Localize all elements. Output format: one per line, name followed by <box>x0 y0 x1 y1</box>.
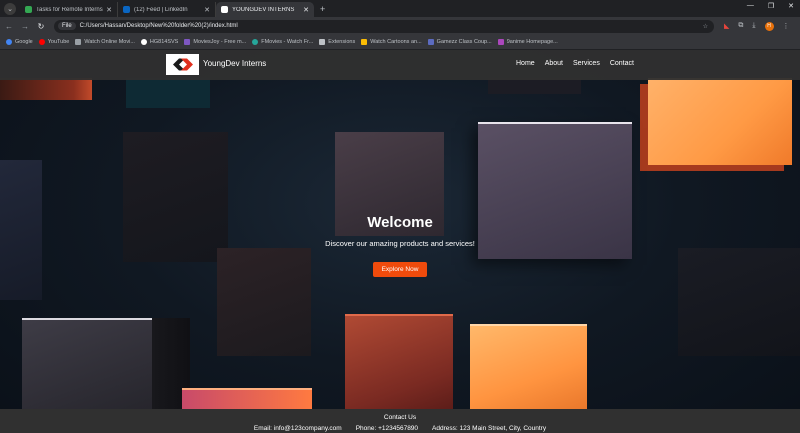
bookmark-item[interactable]: Google <box>6 39 33 45</box>
bookmark-item[interactable]: FMovies - Watch Fr... <box>252 39 313 45</box>
site-navbar: YoungDev Interns Home About Services Con… <box>0 50 800 80</box>
extension-icon[interactable]: ◣ <box>724 22 729 30</box>
hero-title: Welcome <box>367 214 433 231</box>
close-icon[interactable]: ✕ <box>106 6 112 14</box>
nav-link-services[interactable]: Services <box>573 60 600 67</box>
background-cube <box>345 314 453 412</box>
profile-avatar-icon[interactable]: H <box>764 21 774 31</box>
background-cube <box>126 78 210 108</box>
bookmark-favicon-icon <box>252 39 259 45</box>
bookmark-label: Google <box>15 39 33 45</box>
browser-tab[interactable]: (12) Feed | LinkedIn ✕ <box>118 2 216 17</box>
address-bar[interactable]: File C:/Users/Hassan/Desktop/New%20folde… <box>54 19 714 33</box>
background-cube <box>0 78 92 100</box>
browser-toolbar: ← → ↻ File C:/Users/Hassan/Desktop/New%2… <box>0 17 800 35</box>
bookmark-favicon-icon <box>75 39 82 45</box>
close-icon[interactable]: ✕ <box>303 6 309 14</box>
tab-label: YOUNGDEV INTERNS <box>232 6 295 13</box>
back-arrow-icon[interactable]: ← <box>2 22 16 31</box>
footer-heading: Contact Us <box>383 414 417 421</box>
background-cube <box>22 318 152 412</box>
page-viewport: YoungDev Interns Home About Services Con… <box>0 50 800 433</box>
site-footer: Contact Us Email: info@123company.com Ph… <box>0 409 800 433</box>
bookmark-favicon-icon <box>184 39 191 45</box>
favicon-icon <box>25 6 32 13</box>
background-cube <box>217 248 311 356</box>
bookmark-item[interactable]: YouTube <box>38 39 70 45</box>
toolbar-extensions: ◣ ⧉ ⤓ H ⋮ <box>724 21 790 31</box>
minimize-icon[interactable]: — <box>747 2 754 10</box>
favicon-icon <box>123 6 130 13</box>
bookmark-label: Watch Cartoons an... <box>370 39 422 45</box>
browser-tab[interactable]: Tasks for Remote Internships ✕ <box>20 2 118 17</box>
tab-label: Tasks for Remote Internships <box>36 6 103 13</box>
background-cube <box>678 248 800 356</box>
bookmark-item[interactable]: HG814SVS <box>140 39 179 45</box>
bookmark-favicon-icon <box>497 39 504 45</box>
reload-icon[interactable]: ↻ <box>34 22 48 31</box>
bookmark-label: YouTube <box>47 39 70 45</box>
footer-phone: Phone: +1234567890 <box>355 425 419 432</box>
bookmark-item[interactable]: Watch Online Movi... <box>75 39 135 45</box>
bookmark-label: HG814SVS <box>149 39 179 45</box>
nav-links: Home About Services Contact <box>516 60 634 67</box>
nav-link-about[interactable]: About <box>545 60 563 67</box>
browser-tab-active[interactable]: YOUNGDEV INTERNS ✕ <box>216 2 314 17</box>
footer-address: Address: 123 Main Street, City, Country <box>432 425 547 432</box>
background-cube <box>470 324 587 412</box>
logo-mark-icon <box>172 58 193 71</box>
nav-link-home[interactable]: Home <box>516 60 535 67</box>
kebab-menu-icon[interactable]: ⋮ <box>783 22 790 30</box>
bookmark-label: 9anime Homepage... <box>506 39 558 45</box>
forward-arrow-icon[interactable]: → <box>18 22 32 31</box>
bookmark-favicon-icon <box>319 39 326 45</box>
explore-now-button[interactable]: Explore Now <box>373 262 427 277</box>
browser-tab-strip: ⌄ Tasks for Remote Internships ✕ (12) Fe… <box>0 0 800 17</box>
bookmark-label: Extensions <box>328 39 356 45</box>
bookmark-favicon-icon <box>361 39 368 45</box>
tab-search-icon[interactable]: ⌄ <box>4 3 16 15</box>
restore-icon[interactable]: ❐ <box>768 2 774 10</box>
bookmark-label: MoviesJoy - Free m... <box>193 39 247 45</box>
bookmark-favicon-icon <box>427 39 434 45</box>
footer-email: Email: info@123company.com <box>253 425 342 432</box>
bookmark-label: FMovies - Watch Fr... <box>261 39 314 45</box>
hero-subtitle: Discover our amazing products and servic… <box>325 239 475 248</box>
window-close-icon[interactable]: ✕ <box>788 2 794 10</box>
logo[interactable] <box>166 54 199 75</box>
bookmark-star-icon[interactable]: ☆ <box>703 23 708 30</box>
bookmark-favicon-icon <box>140 39 147 45</box>
bookmark-item[interactable]: Watch Cartoons an... <box>361 39 422 45</box>
url-text: C:/Users/Hassan/Desktop/New%20folder%20(… <box>79 23 238 29</box>
bookmark-item[interactable]: Gamezz Class Coup... <box>427 39 492 45</box>
background-cube <box>648 78 792 165</box>
window-controls: — ❐ ✕ <box>747 2 794 10</box>
bookmarks-bar: Google YouTube Watch Online Movi... HG81… <box>0 35 800 50</box>
bookmark-favicon-icon <box>38 39 45 45</box>
bookmark-favicon-icon <box>6 39 12 45</box>
bookmark-item[interactable]: 9anime Homepage... <box>497 39 558 45</box>
file-chip[interactable]: File <box>58 22 76 30</box>
nav-link-contact[interactable]: Contact <box>610 60 634 67</box>
tab-label: (12) Feed | LinkedIn <box>134 6 188 13</box>
puzzle-extensions-icon[interactable]: ⧉ <box>738 22 743 30</box>
bookmark-item[interactable]: Extensions <box>319 39 355 45</box>
footer-contact-row: Email: info@123company.com Phone: +12345… <box>0 425 800 432</box>
bookmark-label: Gamezz Class Coup... <box>436 39 492 45</box>
brand-name[interactable]: YoungDev Interns <box>203 59 266 68</box>
bookmark-label: Watch Online Movi... <box>84 39 135 45</box>
bookmark-item[interactable]: MoviesJoy - Free m... <box>184 39 246 45</box>
new-tab-plus-icon[interactable]: + <box>320 4 325 14</box>
favicon-icon <box>221 6 228 13</box>
download-icon[interactable]: ⤓ <box>752 22 755 30</box>
close-icon[interactable]: ✕ <box>204 6 210 14</box>
background-cube <box>488 78 581 94</box>
